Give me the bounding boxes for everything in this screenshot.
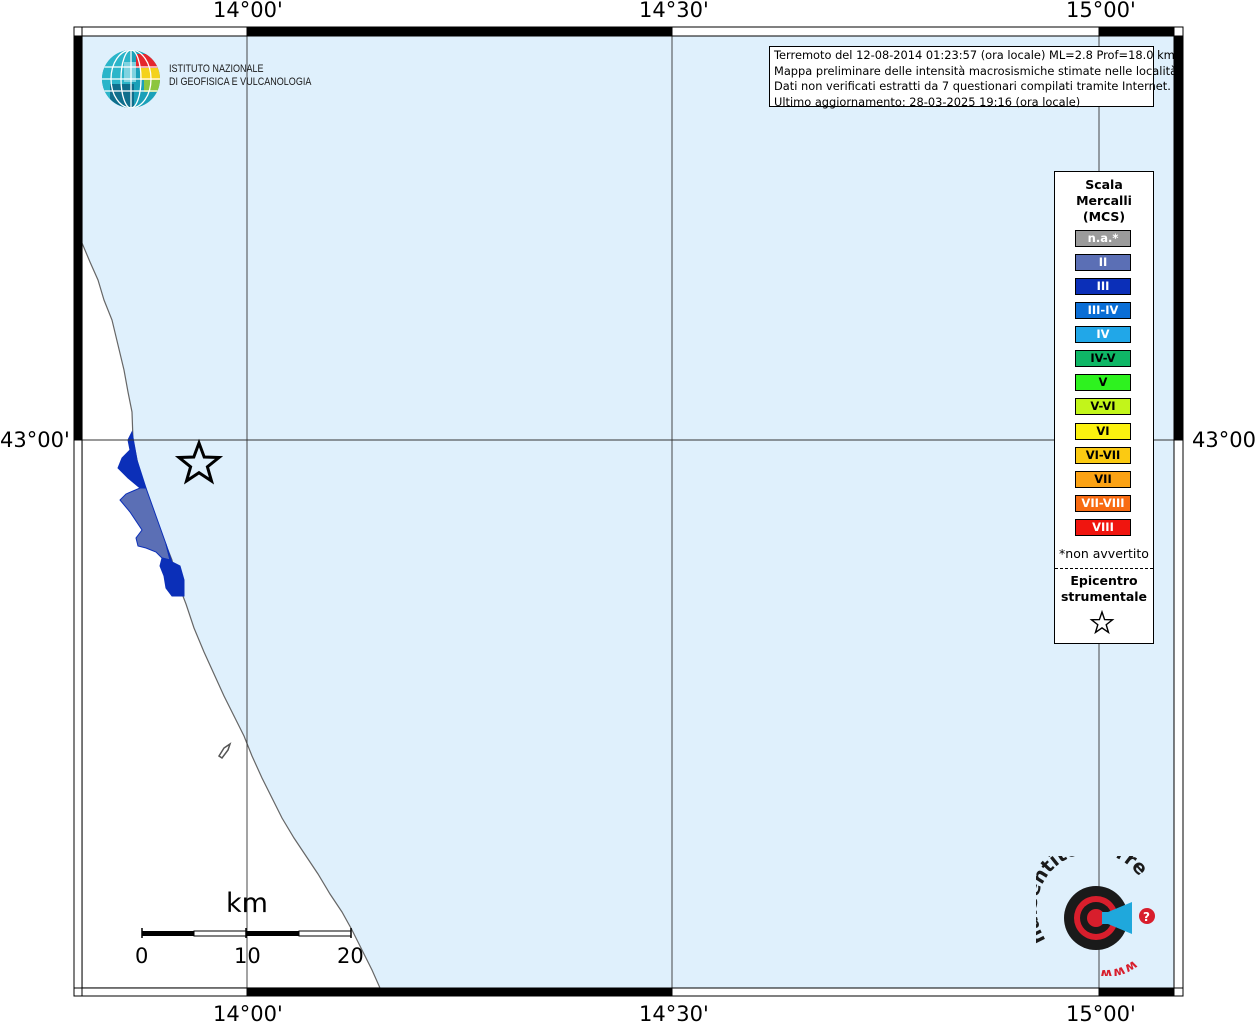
legend-title-line: (MCS)	[1082, 209, 1126, 224]
ingv-logo: ISTITUTO NAZIONALE DI GEOFISICA E VULCAN…	[100, 48, 320, 110]
scale-tick-20: 20	[337, 944, 364, 968]
coord-top-14-30: 14°30'	[639, 0, 709, 22]
event-info-line: Ultimo aggiornamento: 28-03-2025 19:16 (…	[774, 94, 1081, 109]
ingv-logo-line2: DI GEOFISICA E VULCANOLOGIA	[169, 76, 312, 88]
legend-class-vi-vii: VI-VII	[1075, 447, 1131, 464]
legend-class-vii-viii: VII-VIII	[1075, 495, 1131, 512]
coord-right-43-00: 43°00'	[1192, 428, 1256, 452]
legend-class-v-vi: V-VI	[1075, 398, 1131, 415]
legend-class-na: n.a.*	[1075, 230, 1131, 247]
scale-tick-0: 0	[135, 944, 149, 968]
legend-divider	[1055, 568, 1153, 569]
svg-text:?: ?	[1143, 910, 1150, 924]
legend-epicenter-line: Epicentro	[1070, 573, 1138, 588]
mcs-legend: Scala Mercalli (MCS) n.a.* II III III-IV…	[1054, 171, 1154, 644]
legend-class-iv-v: IV-V	[1075, 350, 1131, 367]
coord-bottom-14-00: 14°00'	[213, 1002, 283, 1026]
legend-class-iii-iv: III-IV	[1075, 302, 1131, 319]
legend-class-vii: VII	[1075, 471, 1131, 488]
legend-class-viii: VIII	[1075, 519, 1131, 536]
ingv-logo-line1: ISTITUTO NAZIONALE	[169, 63, 264, 75]
event-info-line: Dati non verificati estratti da 7 questi…	[774, 79, 1171, 93]
coord-bottom-15-00: 15°00'	[1066, 1002, 1136, 1026]
legend-epicenter-line: strumentale	[1060, 589, 1148, 604]
legend-title: Scala Mercalli (MCS)	[1055, 177, 1153, 225]
legend-title-line: Mercalli	[1076, 193, 1132, 208]
coord-left-43-00: 43°00'	[0, 428, 70, 452]
scale-bar: km 0 10 20	[130, 888, 370, 968]
coord-bottom-14-30: 14°30'	[639, 1002, 709, 1026]
scale-tick-10: 10	[234, 944, 261, 968]
coord-top-14-00: 14°00'	[213, 0, 283, 22]
legend-class-vi: VI	[1075, 423, 1131, 440]
legend-epicenter-label: Epicentro strumentale	[1055, 573, 1153, 605]
haisentito-logo: haisentitoilterremoto.it www. ?	[1036, 856, 1155, 976]
legend-class-v: V	[1075, 374, 1131, 391]
scale-unit: km	[226, 888, 268, 919]
legend-class-iii: III	[1075, 278, 1131, 295]
legend-star-icon	[1089, 610, 1115, 635]
event-info-line: Mappa preliminare delle intensità macros…	[774, 63, 1178, 78]
event-info-box: Terremoto del 12-08-2014 01:23:57 (ora l…	[769, 46, 1178, 109]
legend-class-iv: IV	[1075, 326, 1131, 343]
legend-title-line: Scala	[1085, 177, 1123, 192]
event-info-line: Terremoto del 12-08-2014 01:23:57 (ora l…	[774, 48, 1175, 62]
ingv-globe-icon	[102, 50, 160, 108]
legend-note: *non avvertito	[1059, 546, 1149, 561]
coord-top-15-00: 15°00'	[1066, 0, 1136, 22]
legend-class-ii: II	[1075, 254, 1131, 271]
